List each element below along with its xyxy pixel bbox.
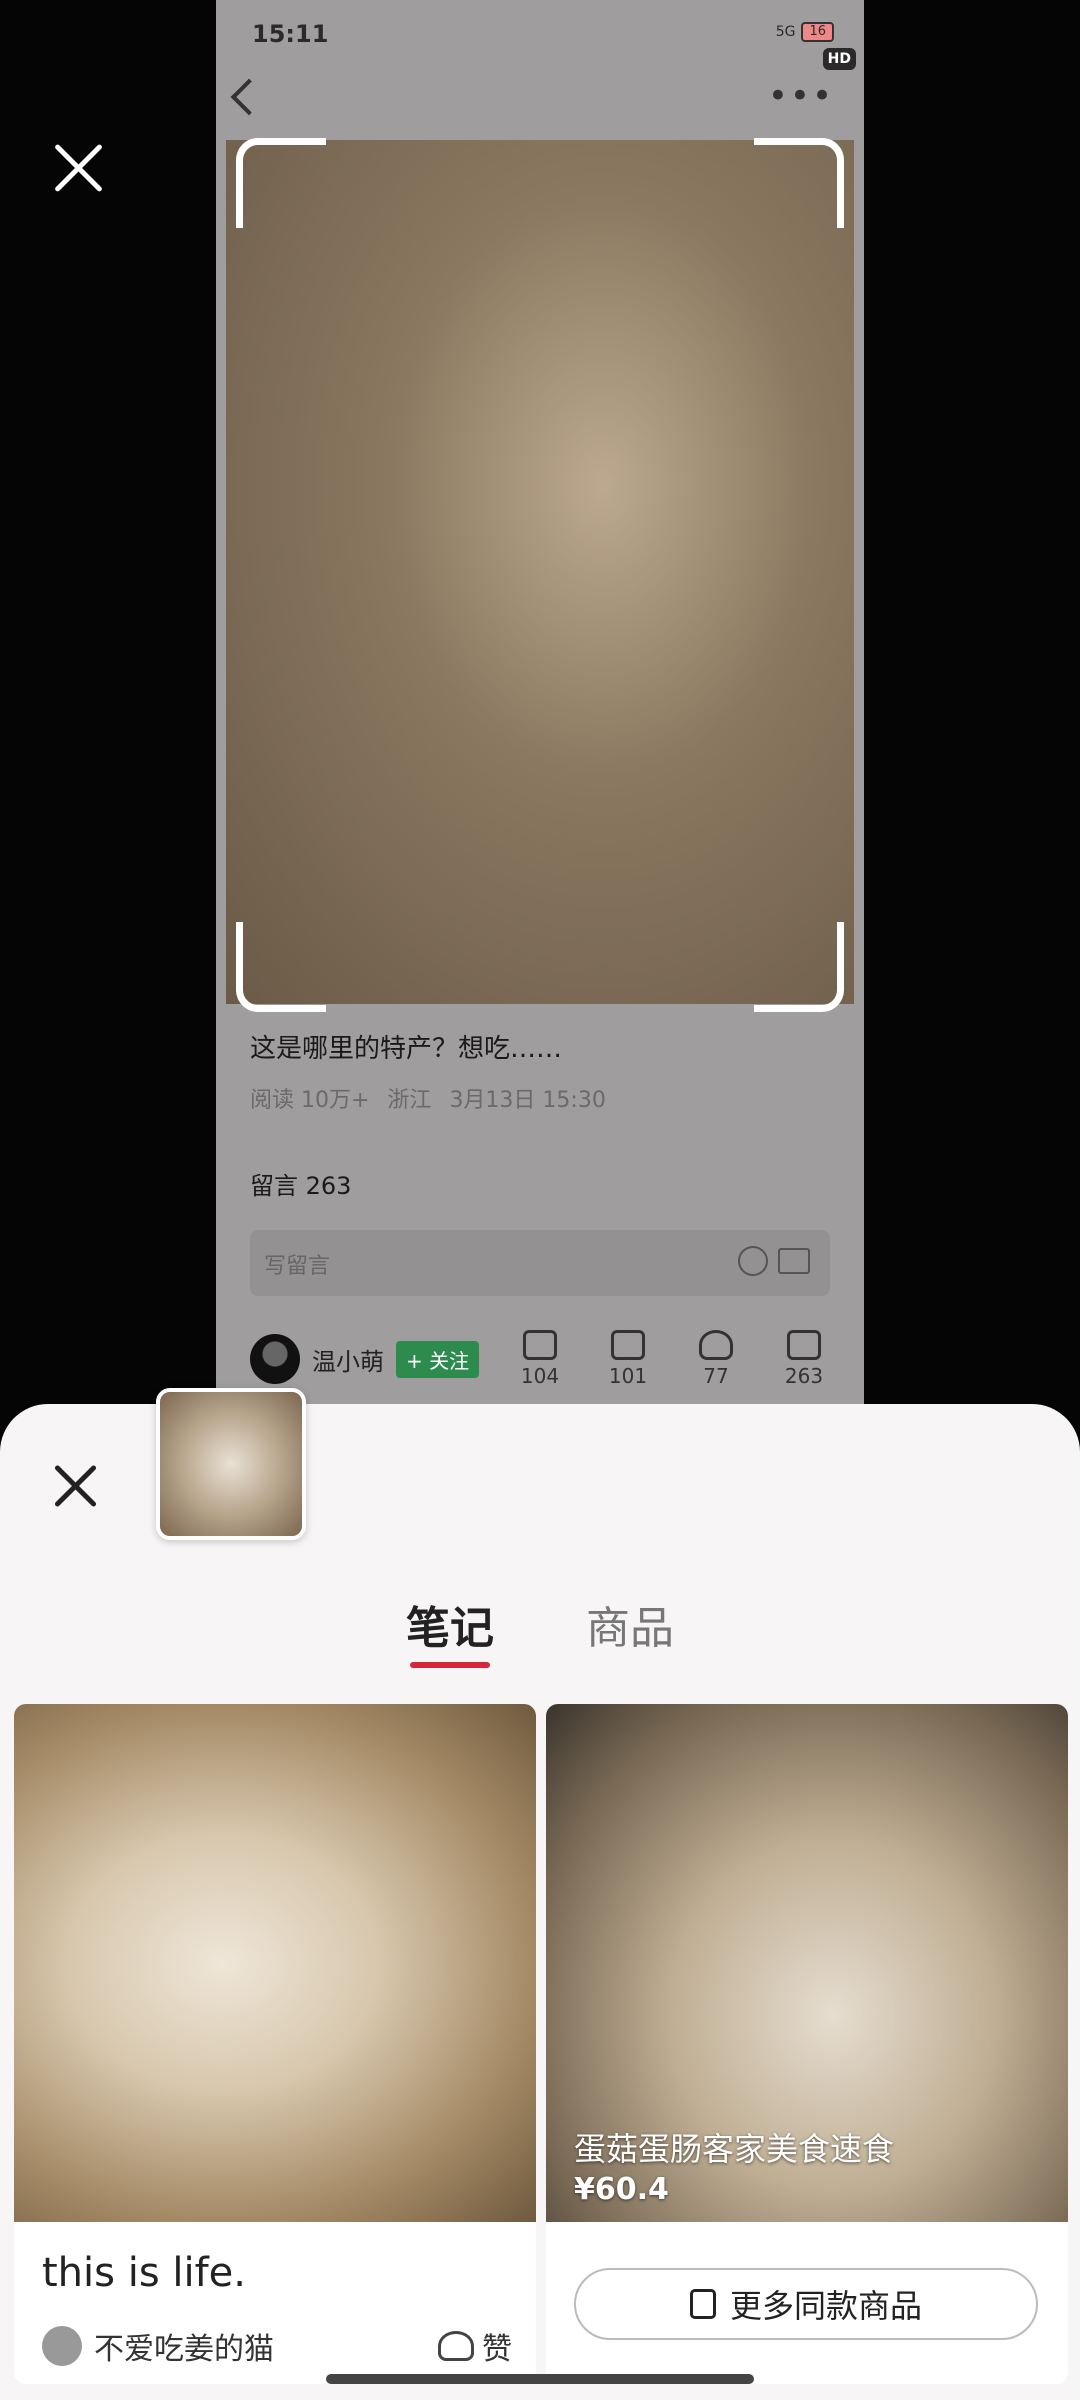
follow-button[interactable]: + 关注 [396,1340,480,1378]
more-similar-products-button[interactable]: 更多同款商品 [574,2268,1038,2340]
source-screenshot: 15:11 5G 16 HD ••• 这是哪里的特产？想吃…… 阅读 10万+ … [216,0,864,1410]
post-location: 浙江 [387,1088,432,1113]
close-overlay-button[interactable] [46,136,110,200]
product-price: ¥60.4 [574,2172,669,2207]
note-author: 不爱吃姜的猫 [42,2324,274,2368]
crop-corner-bottom-right[interactable] [754,922,844,1012]
like-count: 104 [520,1364,560,1388]
avatar[interactable] [250,1334,300,1384]
network-label: 5G [775,24,796,40]
status-time: 15:11 [252,20,329,48]
heart-icon [438,2331,474,2361]
results-sheet: 笔记 商品 this is life. 不爱吃姜的猫 赞 蛋菇蛋肠客家美食速食 … [0,1388,1080,2400]
product-title: 蛋菇蛋肠客家美食速食 [574,2130,895,2168]
post-caption: 这是哪里的特产？想吃…… [250,1034,563,1064]
favorite-action[interactable]: 77 [686,1330,746,1388]
comment-count: 263 [784,1364,824,1388]
share-icon [611,1330,645,1360]
more-icon[interactable]: ••• [768,79,834,113]
image-icon[interactable] [778,1248,810,1274]
product-card[interactable]: 蛋菇蛋肠客家美食速食 ¥60.4 更多同款商品 [546,1704,1068,2384]
comments-title: 留言 263 [250,1172,352,1200]
note-like-label: 赞 [482,2332,512,2367]
tab-notes[interactable]: 笔记 [406,1592,494,1656]
note-author-name: 不爱吃姜的猫 [94,2332,274,2367]
read-count: 阅读 10万+ [250,1088,370,1113]
post-actions: 104 101 77 263 [510,1330,834,1388]
favorite-count: 77 [703,1364,729,1388]
close-sheet-button[interactable] [48,1458,104,1514]
post-datetime: 3月13日 15:30 [449,1088,606,1113]
heart-icon [699,1330,733,1360]
more-similar-products-label: 更多同款商品 [729,2287,922,2325]
screen: 15:11 5G 16 HD ••• 这是哪里的特产？想吃…… 阅读 10万+ … [0,0,1080,2400]
comment-input[interactable]: 写留言 [250,1230,830,1296]
comment-icon [787,1330,821,1360]
avatar [42,2326,82,2366]
note-like[interactable]: 赞 [438,2324,512,2368]
comment-action[interactable]: 263 [774,1330,834,1388]
crop-corner-top-right[interactable] [754,138,844,228]
emoji-icon[interactable] [738,1246,768,1276]
note-title: this is life. [42,2250,247,2296]
tab-underline [410,1662,490,1668]
comment-placeholder: 写留言 [264,1254,331,1279]
shopping-bag-icon [689,2289,716,2319]
status-icons: 5G 16 [776,22,834,42]
thumb-up-icon [523,1330,557,1360]
author-name[interactable]: 温小萌 [312,1342,384,1377]
author-row: 温小萌 + 关注 [250,1334,480,1384]
tab-products[interactable]: 商品 [586,1592,674,1656]
back-icon[interactable] [230,78,268,116]
note-image [14,1704,536,2222]
post-photo [226,140,854,1004]
home-indicator[interactable] [326,2374,754,2384]
hd-badge: HD [822,48,856,70]
note-card[interactable]: this is life. 不爱吃姜的猫 赞 [14,1704,536,2384]
crop-corner-bottom-left[interactable] [236,922,326,1012]
share-action[interactable]: 101 [598,1330,658,1388]
post-meta: 阅读 10万+ 浙江 3月13日 15:30 [250,1082,606,1114]
status-bar: 15:11 5G 16 [216,0,864,70]
share-count: 101 [608,1364,648,1388]
crop-thumbnail[interactable] [156,1388,306,1540]
result-tabs: 笔记 商品 [0,1592,1080,1672]
like-action[interactable]: 104 [510,1330,570,1388]
crop-corner-top-left[interactable] [236,138,326,228]
battery-icon: 16 [801,22,834,42]
